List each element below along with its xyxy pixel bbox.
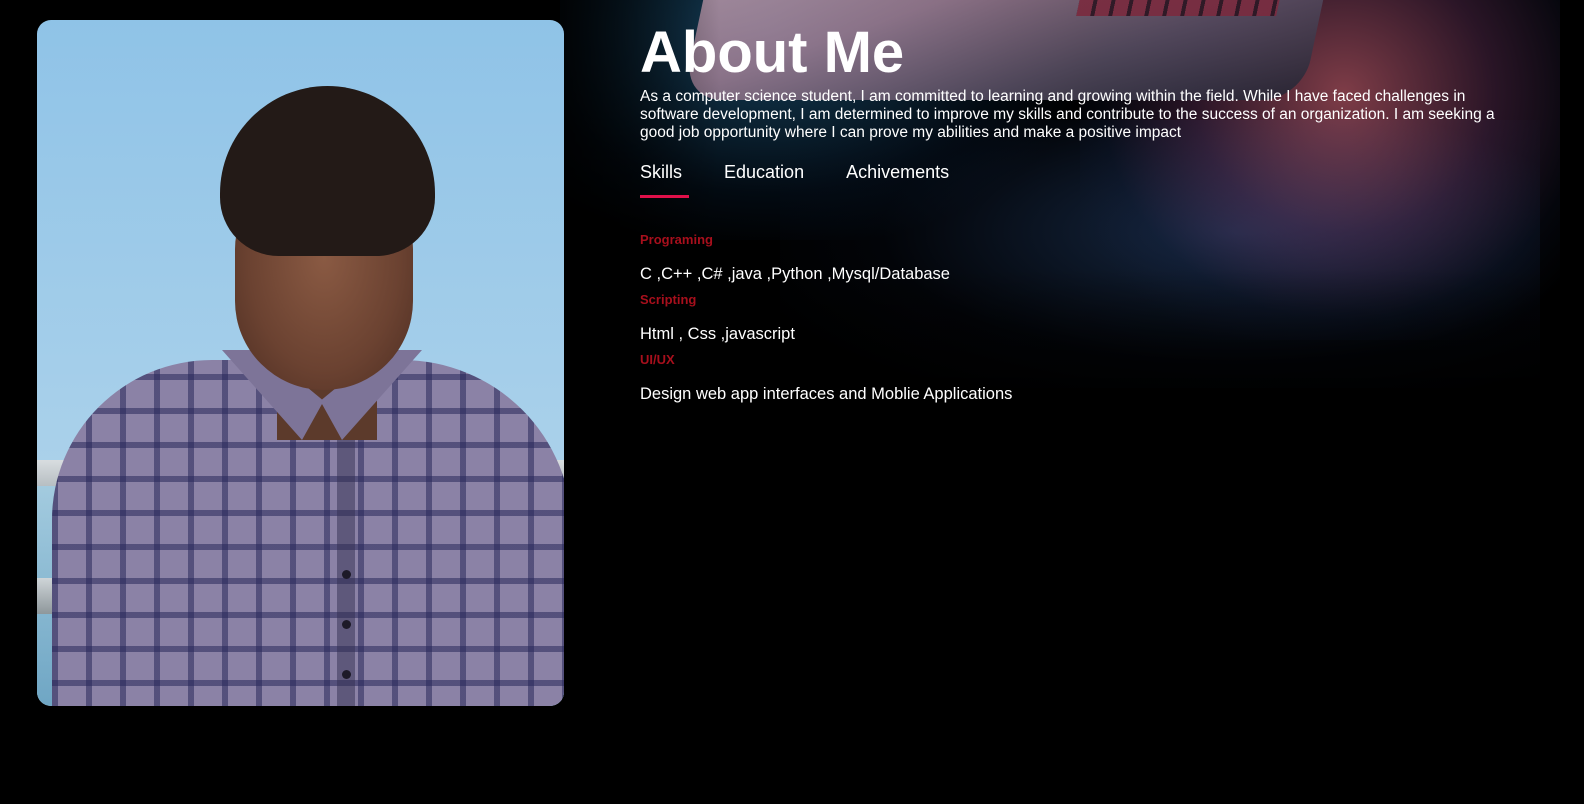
skill-heading: Programing (640, 232, 713, 247)
intro-paragraph: As a computer science student, I am comm… (640, 88, 1495, 141)
skills-panel: Programing C ,C++ ,C# ,java ,Python ,Mys… (640, 232, 1520, 412)
tab-education[interactable]: Education (724, 162, 804, 192)
photo-shirt-button (342, 620, 351, 629)
tab-skills[interactable]: Skills (640, 162, 690, 198)
skill-description: Html , Css ,javascript (640, 325, 795, 343)
tab-bar: Skills Education Achivements (640, 162, 1520, 198)
skill-item: UI/UX Design web app interfaces and Mobl… (640, 352, 1520, 412)
photo-shirt-button (342, 570, 351, 579)
skill-description: C ,C++ ,C# ,java ,Python ,Mysql/Database (640, 265, 950, 283)
photo-hair (220, 86, 435, 256)
tab-achivements[interactable]: Achivements (846, 162, 949, 192)
laptop-keys (1076, 0, 1284, 16)
page-title: About Me (640, 20, 905, 85)
skill-item: Programing C ,C++ ,C# ,java ,Python ,Mys… (640, 232, 1520, 292)
skill-heading: UI/UX (640, 352, 675, 367)
about-section: About Me As a computer science student, … (640, 20, 1520, 412)
skill-item: Scripting Html , Css ,javascript (640, 292, 1520, 352)
skill-heading: Scripting (640, 292, 697, 307)
skill-description: Design web app interfaces and Moblie App… (640, 385, 1013, 403)
photo-shirt-button (342, 670, 351, 679)
profile-photo (37, 20, 564, 706)
